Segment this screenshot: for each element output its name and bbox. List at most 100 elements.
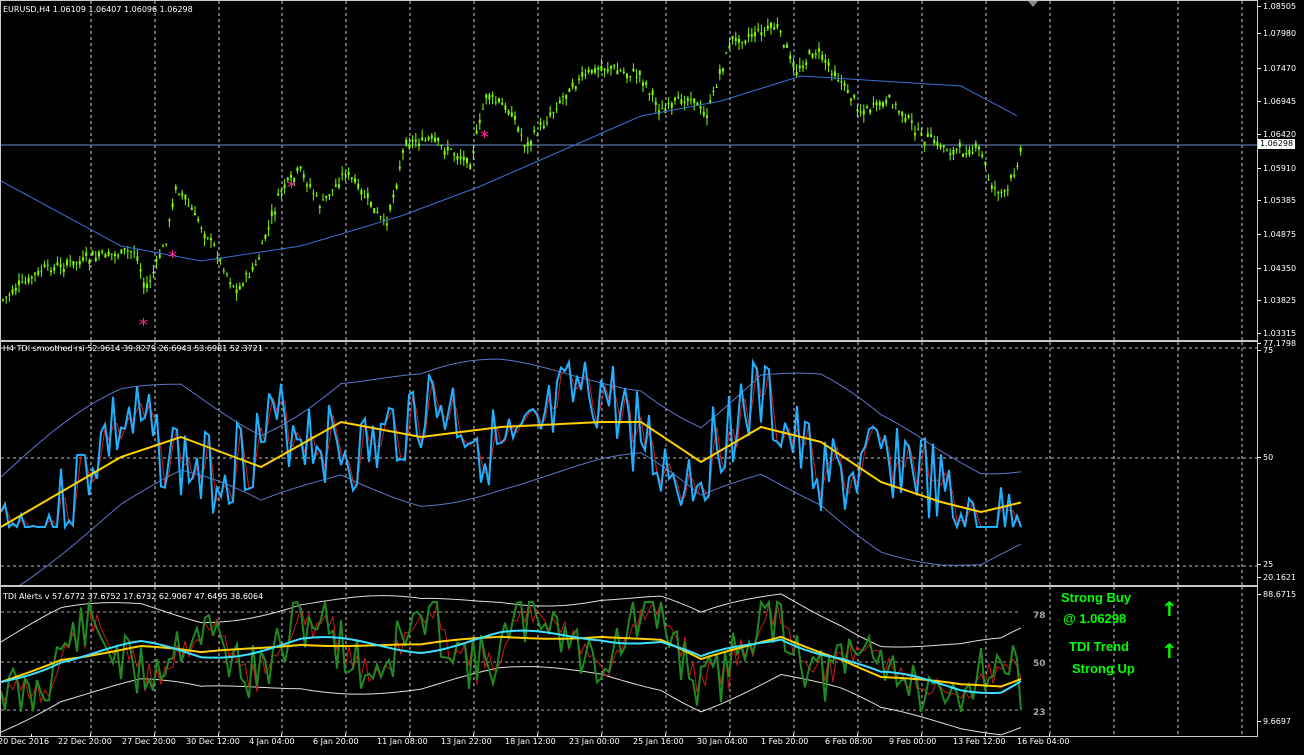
signal-star-icon: * (480, 127, 489, 148)
candle-body (296, 167, 299, 172)
candle-body (891, 106, 894, 108)
candle-body (942, 145, 945, 148)
candle-body (571, 82, 574, 88)
candle-body (920, 132, 923, 136)
candle-body (277, 193, 280, 196)
candle-body (834, 71, 836, 77)
candle-body (530, 141, 532, 146)
time-label: 30 Jan 04:00 (697, 737, 748, 746)
candle-body (488, 94, 491, 100)
candle-body (434, 137, 436, 142)
candle-body (1016, 165, 1019, 168)
time-tick-mark (409, 734, 410, 737)
candle-body (5, 296, 8, 298)
time-tick-mark (31, 734, 32, 737)
tdi-indicator-pane[interactable]: H4 TDI smoothed rsi 52.9614 39.8279 26.6… (0, 341, 1258, 586)
time-label: 6 Feb 08:00 (825, 737, 873, 746)
candle-body (210, 238, 212, 241)
candle-body (376, 211, 379, 213)
time-label: 27 Dec 20:00 (122, 737, 176, 746)
candle-body (878, 101, 881, 106)
candle-body (370, 201, 372, 207)
candle-body (120, 249, 123, 254)
candle-body (158, 254, 161, 258)
candle-body (786, 44, 788, 48)
current-price-label: 1.06298 (1258, 139, 1296, 149)
candle-body (405, 139, 408, 145)
candle-body (382, 219, 385, 221)
candle-body (427, 137, 430, 140)
candle-body (558, 100, 561, 103)
candle-body (974, 143, 977, 148)
candle-body (811, 53, 814, 58)
candle-body (757, 29, 760, 31)
candle-body (309, 184, 312, 187)
candle-body (30, 276, 33, 279)
candle-body (478, 119, 481, 124)
price-tick: 1.06420 (1258, 130, 1296, 139)
time-tick-mark (729, 734, 730, 737)
candle-body (78, 260, 81, 265)
candle-body (139, 269, 142, 272)
candle-body (965, 153, 968, 155)
candle-body (638, 70, 641, 76)
candle-body (94, 257, 97, 261)
candle-body (613, 65, 616, 68)
candle-body (34, 272, 36, 275)
candle-body (619, 70, 622, 72)
candle-body (728, 45, 731, 49)
candle-body (389, 204, 392, 210)
alerts-tick: 9.6697 (1258, 717, 1291, 726)
candle-body (357, 183, 360, 189)
time-label: 11 Jan 08:00 (377, 737, 428, 746)
price-tick: 1.07470 (1258, 64, 1296, 73)
candle-body (88, 260, 91, 264)
candle-body (574, 86, 577, 89)
candle-body (475, 130, 478, 134)
candle-body (610, 65, 612, 69)
candle-body (270, 210, 273, 216)
candle-body (987, 178, 990, 180)
candle-body (549, 112, 552, 116)
candle-body (677, 96, 680, 99)
candle-body (443, 150, 446, 156)
candle-body (782, 45, 785, 48)
time-label: 25 Jan 16:00 (633, 737, 684, 746)
candle-body (232, 285, 235, 287)
candle-body (69, 260, 72, 262)
candle-body (744, 40, 747, 44)
candle-body (328, 194, 331, 197)
candle-body (494, 102, 497, 104)
candle-body (910, 120, 913, 123)
candle-body (510, 112, 513, 117)
candle-body (581, 72, 584, 77)
candle-body (430, 135, 433, 139)
candle-body (930, 134, 932, 138)
candle-body (914, 132, 916, 136)
candle-body (280, 190, 283, 192)
candle-body (597, 67, 600, 70)
tdi-trend-label: TDI Trend (1069, 639, 1129, 654)
price-tick: 1.04875 (1258, 230, 1296, 239)
candle-body (1000, 191, 1003, 193)
candle-body (363, 196, 366, 198)
candle-body (456, 155, 459, 160)
price-chart-pane[interactable]: * * * * EURUSD,H4 1.06109 1.06407 1.06096 1… (0, 0, 1258, 341)
candle-body (104, 254, 107, 258)
time-label: 18 Jan 12:00 (505, 737, 556, 746)
candle-body (274, 211, 276, 215)
tdi-alerts-pane[interactable]: TDI Alerts v 57.6772 37.6752 17.6732 62.… (0, 586, 1258, 737)
candle-body (56, 262, 59, 266)
candle-body (37, 271, 40, 275)
candle-body (750, 34, 753, 37)
level-50-label: 50 (1033, 659, 1046, 669)
time-tick-mark (281, 734, 282, 737)
candle-body (379, 216, 382, 218)
price-tick: 1.04350 (1258, 264, 1296, 273)
candle-body (712, 90, 715, 92)
candle-body (773, 27, 776, 30)
candle-body (587, 69, 590, 73)
candle-body (53, 267, 56, 271)
candle-body (242, 283, 244, 286)
alerts-axis: 88.6715 9.6697 (1258, 586, 1304, 737)
